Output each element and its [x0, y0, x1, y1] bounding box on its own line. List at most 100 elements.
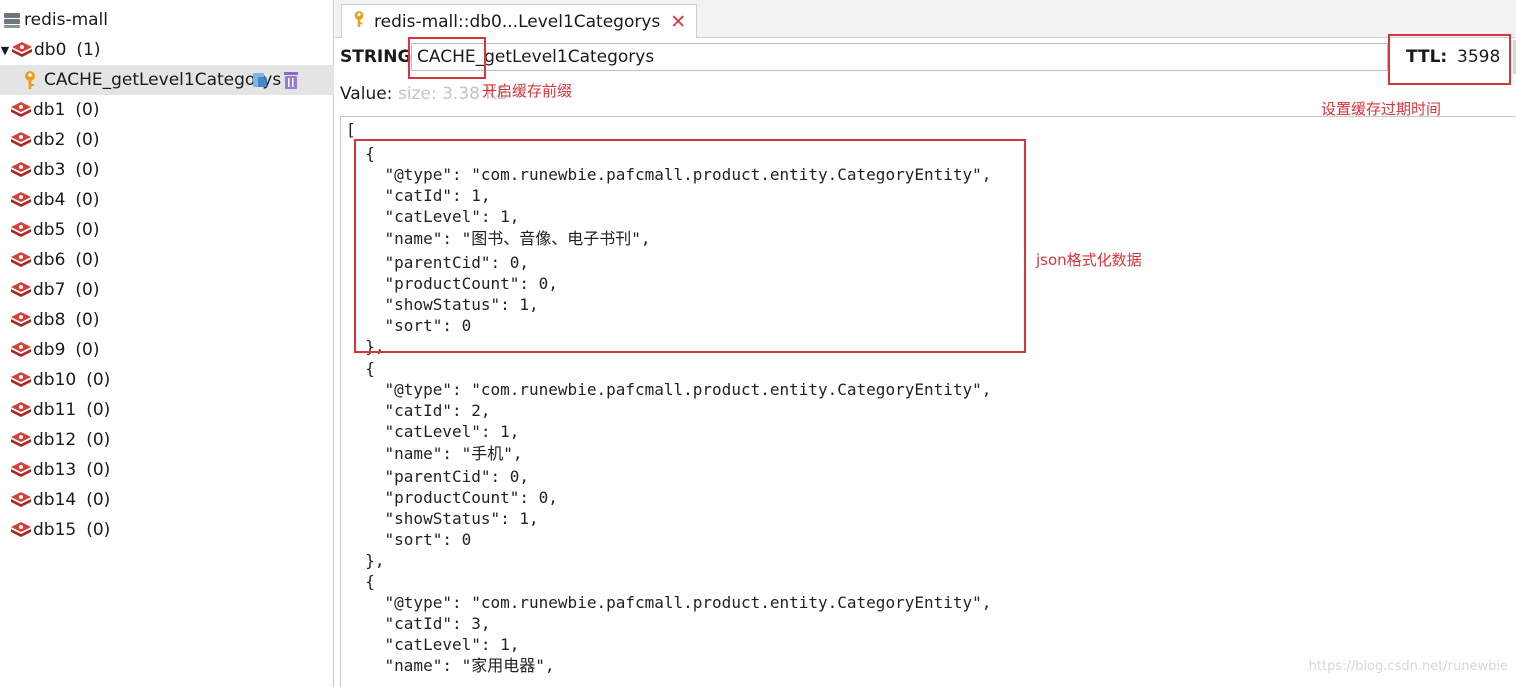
annotation-json: json格式化数据 — [1036, 251, 1142, 269]
redis-db-icon — [10, 100, 31, 120]
db-count: (0) — [86, 460, 111, 480]
db-count: (0) — [75, 100, 100, 120]
redis-db-icon — [10, 250, 31, 270]
value-line: { — [346, 572, 375, 591]
watermark: https://blog.csdn.net/runewbie — [1308, 659, 1508, 674]
value-line: "catLevel": 1, — [346, 422, 520, 441]
redis-db-icon — [10, 340, 31, 360]
value-line: "name": "手机", — [346, 444, 523, 463]
db-label: db2 — [33, 130, 66, 150]
copy-key-icon[interactable] — [252, 71, 272, 94]
redis-db-icon — [10, 490, 31, 510]
db-count: (0) — [86, 400, 111, 420]
key-item-label: CACHE_getLevel1Categorys — [44, 70, 282, 90]
redis-db-icon — [10, 430, 31, 450]
connection-tree: redis-mall ▼ db0 (1) CACHE_getLevel1Cate… — [0, 0, 334, 687]
db-count: (0) — [75, 130, 100, 150]
db0-count: (1) — [76, 40, 101, 60]
redis-db-icon — [10, 130, 31, 150]
key-icon — [352, 10, 366, 33]
db-label: db4 — [33, 190, 66, 210]
db-label: db8 — [33, 310, 66, 330]
redis-db-icon — [10, 220, 31, 240]
tree-db1[interactable]: db1 (0) — [0, 95, 334, 125]
key-icon — [22, 70, 38, 90]
annotation-prefix: 开启缓存前缀 — [482, 82, 573, 100]
tree-db5[interactable]: db5 (0) — [0, 215, 334, 245]
tree-connection-redis-mall[interactable]: redis-mall — [0, 5, 334, 35]
tree-db12[interactable]: db12 (0) — [0, 425, 334, 455]
db-count: (0) — [75, 250, 100, 270]
db-label: db15 — [33, 520, 77, 540]
db-label: db14 — [33, 490, 77, 510]
db-count: (0) — [86, 430, 111, 450]
value-line: "sort": 0 — [346, 530, 472, 549]
db-count: (0) — [75, 340, 100, 360]
value-label: Value: — [340, 84, 393, 104]
db-label: db1 — [33, 100, 66, 120]
redis-db-icon — [10, 460, 31, 480]
redis-db-icon — [11, 40, 32, 60]
redis-db-icon — [10, 310, 31, 330]
redis-db-icon — [10, 370, 31, 390]
tree-db3[interactable]: db3 (0) — [0, 155, 334, 185]
tree-db0[interactable]: ▼ db0 (1) — [0, 35, 334, 65]
db-count: (0) — [75, 280, 100, 300]
db-label: db11 — [33, 400, 77, 420]
value-line: "catLevel": 1, — [346, 635, 520, 654]
tree-db7[interactable]: db7 (0) — [0, 275, 334, 305]
tree-db2[interactable]: db2 (0) — [0, 125, 334, 155]
tab-key-viewer[interactable]: redis-mall::db0...Level1Categorys ✕ — [341, 4, 698, 38]
value-line: "parentCid": 0, — [346, 467, 530, 486]
db-count: (0) — [75, 160, 100, 180]
server-icon — [3, 11, 21, 29]
db-count: (0) — [86, 490, 111, 510]
redis-db-icon — [10, 160, 31, 180]
value-line: { — [346, 359, 375, 378]
json-highlight-box — [354, 139, 1026, 353]
value-line: [ — [346, 120, 356, 139]
tree-db14[interactable]: db14 (0) — [0, 485, 334, 515]
redis-db-icon — [10, 400, 31, 420]
db-count: (0) — [86, 370, 111, 390]
key-type-label: STRING: — [340, 47, 419, 67]
db-label: db5 — [33, 220, 66, 240]
tree-db9[interactable]: db9 (0) — [0, 335, 334, 365]
tree-db8[interactable]: db8 (0) — [0, 305, 334, 335]
prefix-highlight-box — [408, 37, 486, 79]
tab-bar: redis-mall::db0...Level1Categorys ✕ — [335, 0, 1516, 38]
db0-label: db0 — [34, 40, 67, 60]
expand-arrow-icon[interactable]: ▼ — [0, 44, 11, 57]
connection-label: redis-mall — [24, 10, 109, 30]
redis-db-icon — [10, 520, 31, 540]
value-line: "@type": "com.runewbie.pafcmall.product.… — [346, 593, 992, 612]
db-count: (0) — [75, 220, 100, 240]
db-label: db3 — [33, 160, 66, 180]
value-line: "name": "家用电器", — [346, 656, 555, 675]
tree-key-item[interactable]: CACHE_getLevel1Categorys — [0, 65, 334, 95]
tab-label: redis-mall::db0...Level1Categorys — [374, 11, 661, 32]
tree-db13[interactable]: db13 (0) — [0, 455, 334, 485]
db-label: db13 — [33, 460, 77, 480]
db-count: (0) — [86, 520, 111, 540]
value-line: "catId": 3, — [346, 614, 491, 633]
redis-db-icon — [10, 190, 31, 210]
close-icon[interactable]: ✕ — [670, 11, 686, 33]
db-label: db10 — [33, 370, 77, 390]
value-line: "catId": 2, — [346, 401, 491, 420]
tree-db6[interactable]: db6 (0) — [0, 245, 334, 275]
db-count: (0) — [75, 190, 100, 210]
db-label: db9 — [33, 340, 66, 360]
tree-db4[interactable]: db4 (0) — [0, 185, 334, 215]
db-label: db12 — [33, 430, 77, 450]
delete-key-icon[interactable] — [283, 70, 299, 95]
value-line: "showStatus": 1, — [346, 509, 539, 528]
db-label: db6 — [33, 250, 66, 270]
tree-db10[interactable]: db10 (0) — [0, 365, 334, 395]
tree-db15[interactable]: db15 (0) — [0, 515, 334, 545]
db-label: db7 — [33, 280, 66, 300]
db-count: (0) — [75, 310, 100, 330]
tree-db11[interactable]: db11 (0) — [0, 395, 334, 425]
value-line: "productCount": 0, — [346, 488, 558, 507]
key-name-input[interactable] — [411, 43, 1388, 71]
